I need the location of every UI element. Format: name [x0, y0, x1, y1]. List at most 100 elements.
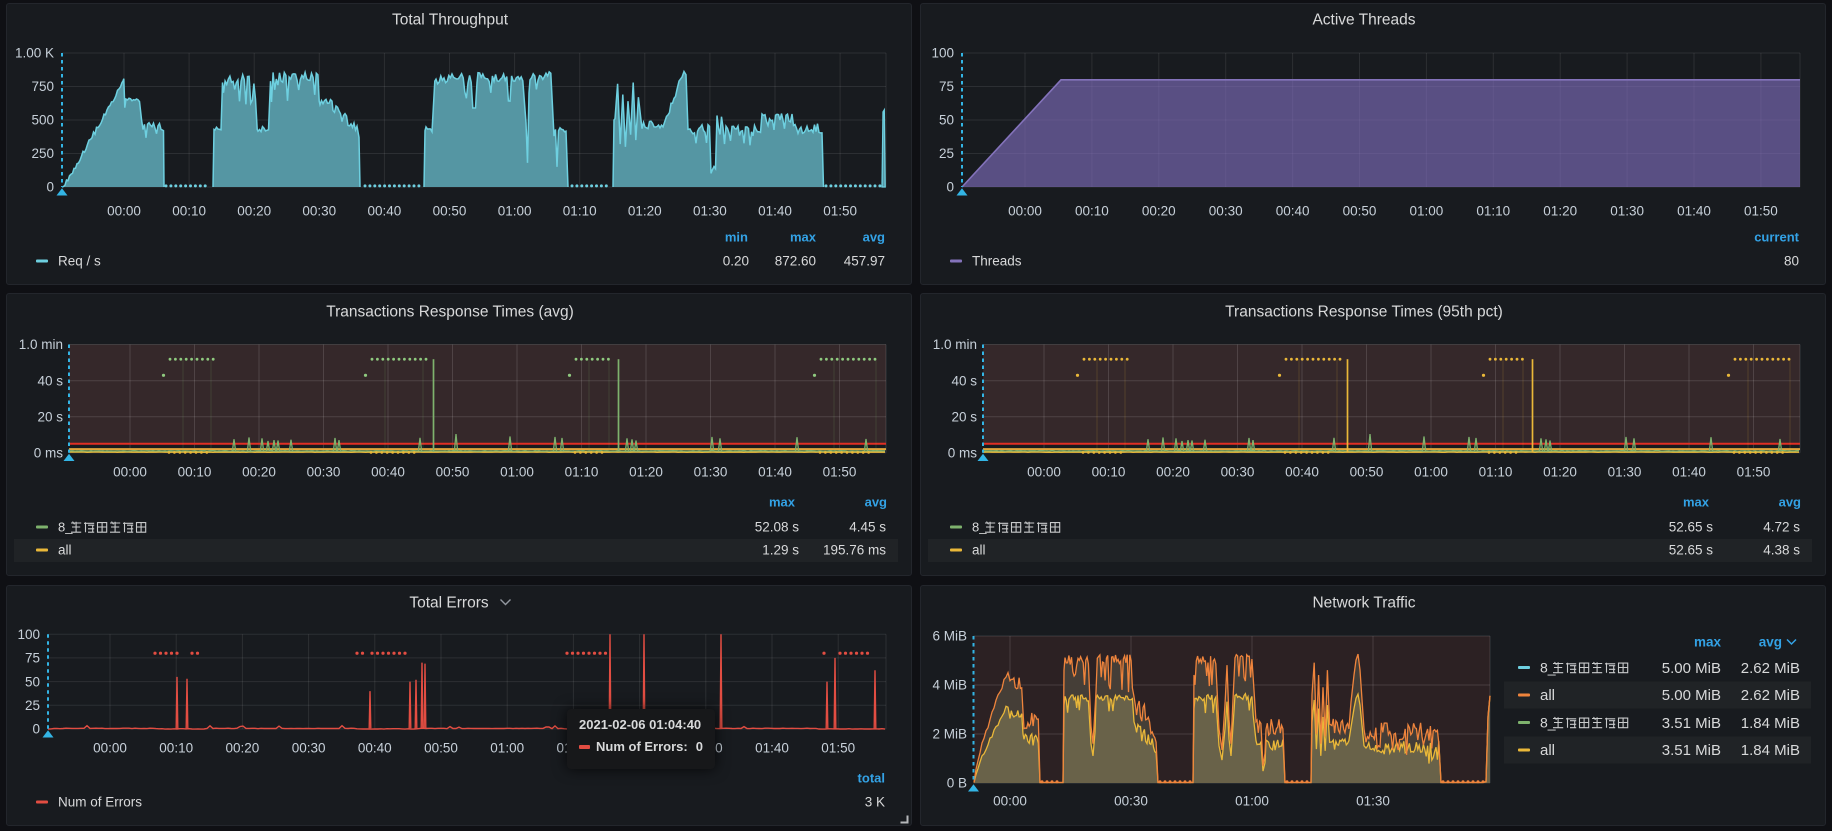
svg-text:195.76 ms: 195.76 ms: [823, 543, 886, 558]
svg-text:01:00: 01:00: [500, 465, 534, 480]
svg-text:all: all: [1540, 687, 1555, 704]
svg-text:all: all: [1540, 742, 1555, 759]
svg-text:00:20: 00:20: [1156, 465, 1190, 480]
svg-text:25: 25: [939, 146, 954, 161]
svg-text:00:10: 00:10: [159, 741, 193, 756]
svg-text:52.65 s: 52.65 s: [1669, 520, 1714, 535]
svg-text:00:50: 00:50: [1350, 465, 1384, 480]
svg-text:01:20: 01:20: [629, 465, 663, 480]
svg-text:01:50: 01:50: [1737, 465, 1771, 480]
svg-text:max: max: [1694, 635, 1722, 650]
svg-text:1.0 min: 1.0 min: [19, 337, 63, 352]
svg-text:01:40: 01:40: [758, 465, 792, 480]
svg-text:1.84 MiB: 1.84 MiB: [1741, 742, 1800, 759]
svg-text:total: total: [858, 771, 885, 786]
svg-text:Network Traffic: Network Traffic: [1312, 594, 1415, 611]
svg-text:Transactions Response Times (a: Transactions Response Times (avg): [326, 303, 574, 320]
svg-text:4.45 s: 4.45 s: [849, 520, 886, 535]
svg-text:75: 75: [939, 79, 954, 94]
svg-text:00:10: 00:10: [1075, 204, 1109, 219]
svg-text:avg: avg: [1759, 635, 1782, 650]
svg-text:max: max: [1683, 495, 1710, 510]
svg-text:0 ms: 0 ms: [948, 445, 978, 460]
svg-text:457.97: 457.97: [844, 254, 885, 269]
svg-text:avg: avg: [863, 230, 885, 245]
svg-text:01:40: 01:40: [755, 741, 789, 756]
svg-text:00:00: 00:00: [113, 465, 147, 480]
svg-text:01:40: 01:40: [758, 204, 792, 219]
svg-text:52.65 s: 52.65 s: [1669, 543, 1714, 558]
svg-text:min: min: [725, 230, 748, 245]
svg-text:max: max: [769, 495, 796, 510]
svg-text:2 MiB: 2 MiB: [932, 727, 967, 742]
svg-text:01:50: 01:50: [1744, 204, 1778, 219]
svg-text:Total Errors: Total Errors: [409, 594, 488, 611]
svg-text:Total Throughput: Total Throughput: [392, 11, 509, 28]
svg-text:00:30: 00:30: [1209, 204, 1243, 219]
svg-text:00:20: 00:20: [242, 465, 276, 480]
svg-text:max: max: [790, 230, 817, 245]
svg-text:0 ms: 0 ms: [34, 445, 64, 460]
svg-text:500: 500: [31, 113, 54, 128]
svg-text:75: 75: [25, 651, 40, 666]
svg-text:Req / s: Req / s: [58, 254, 101, 269]
svg-text:00:00: 00:00: [1027, 465, 1061, 480]
svg-text:00:00: 00:00: [1008, 204, 1042, 219]
svg-text:25: 25: [25, 698, 40, 713]
svg-text:40 s: 40 s: [37, 373, 63, 388]
svg-text:00:40: 00:40: [1285, 465, 1319, 480]
svg-text:01:30: 01:30: [693, 204, 727, 219]
svg-text:1.0 min: 1.0 min: [933, 337, 977, 352]
svg-text:00:40: 00:40: [368, 204, 402, 219]
svg-text:01:40: 01:40: [1677, 204, 1711, 219]
svg-text:00:50: 00:50: [1343, 204, 1377, 219]
svg-text:4.72 s: 4.72 s: [1763, 520, 1800, 535]
svg-text:01:00: 01:00: [498, 204, 532, 219]
svg-text:avg: avg: [865, 495, 887, 510]
svg-text:00:20: 00:20: [226, 741, 260, 756]
svg-text:00:20: 00:20: [1142, 204, 1176, 219]
svg-text:current: current: [1754, 230, 1799, 245]
svg-text:0.20: 0.20: [723, 254, 749, 269]
svg-text:00:50: 00:50: [436, 465, 470, 480]
svg-text:00:10: 00:10: [172, 204, 206, 219]
svg-text:Active Threads: Active Threads: [1312, 11, 1415, 28]
svg-text:00:40: 00:40: [371, 465, 405, 480]
svg-text:3.51 MiB: 3.51 MiB: [1662, 742, 1721, 759]
svg-text:20 s: 20 s: [37, 409, 63, 424]
svg-text:0: 0: [32, 722, 40, 737]
svg-text:20 s: 20 s: [951, 409, 977, 424]
svg-text:all: all: [972, 543, 986, 558]
svg-text:1.29 s: 1.29 s: [762, 543, 799, 558]
svg-text:0 B: 0 B: [947, 776, 967, 791]
svg-text:50: 50: [939, 113, 954, 128]
svg-text:00:00: 00:00: [107, 204, 141, 219]
svg-text:00:30: 00:30: [292, 741, 326, 756]
svg-text:01:10: 01:10: [1479, 465, 1513, 480]
svg-text:1.84 MiB: 1.84 MiB: [1741, 715, 1800, 732]
svg-text:40 s: 40 s: [951, 373, 977, 388]
svg-text:8_: 8_: [972, 520, 987, 535]
svg-text:8_: 8_: [58, 520, 73, 535]
svg-text:00:30: 00:30: [302, 204, 336, 219]
svg-text:00:10: 00:10: [178, 465, 212, 480]
svg-text:01:00: 01:00: [490, 741, 524, 756]
svg-text:0: 0: [46, 180, 54, 195]
svg-text:3.51 MiB: 3.51 MiB: [1662, 715, 1721, 732]
svg-text:01:20: 01:20: [628, 204, 662, 219]
svg-text:01:00: 01:00: [1410, 204, 1444, 219]
svg-text:00:50: 00:50: [424, 741, 458, 756]
svg-text:avg: avg: [1779, 495, 1801, 510]
svg-text:01:50: 01:50: [821, 741, 855, 756]
svg-text:5.00 MiB: 5.00 MiB: [1662, 660, 1721, 677]
svg-text:00:10: 00:10: [1092, 465, 1126, 480]
svg-text:01:30: 01:30: [694, 465, 728, 480]
svg-text:4 MiB: 4 MiB: [932, 678, 967, 693]
svg-text:00:50: 00:50: [433, 204, 467, 219]
svg-text:2.62 MiB: 2.62 MiB: [1741, 687, 1800, 704]
svg-text:01:00: 01:00: [1414, 465, 1448, 480]
svg-text:00:20: 00:20: [237, 204, 271, 219]
svg-text:Threads: Threads: [972, 254, 1022, 269]
svg-text:872.60: 872.60: [775, 254, 816, 269]
svg-text:01:10: 01:10: [1476, 204, 1510, 219]
